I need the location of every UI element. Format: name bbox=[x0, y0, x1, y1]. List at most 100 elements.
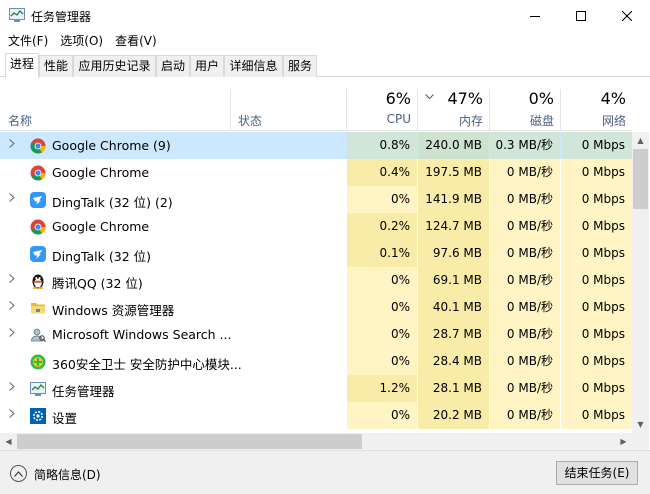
chrome-icon bbox=[30, 219, 46, 235]
network-value: 0 Mbps bbox=[561, 348, 632, 375]
task-manager-icon bbox=[30, 382, 46, 396]
process-name: Google Chrome bbox=[52, 165, 150, 180]
table-row[interactable]: 任务管理器 1.2% 28.1 MB 0 MB/秒 0 Mbps bbox=[0, 375, 632, 402]
table-row[interactable]: Microsoft Windows Search ... 0% 28.7 MB … bbox=[0, 321, 632, 348]
menu-options[interactable]: 选项(O) bbox=[56, 31, 107, 51]
chevron-right-icon[interactable] bbox=[9, 193, 15, 205]
footer-bar: 简略信息(D) 结束任务(E) bbox=[0, 450, 650, 494]
cpu-value: 0.1% bbox=[347, 240, 417, 267]
network-value: 0 Mbps bbox=[561, 159, 632, 186]
memory-value: 197.5 MB bbox=[418, 159, 489, 186]
chevron-right-icon[interactable] bbox=[9, 301, 15, 313]
horizontal-scrollbar[interactable]: ◀ ▶ bbox=[0, 433, 632, 450]
cpu-value: 1.2% bbox=[347, 375, 417, 402]
chevron-right-icon[interactable] bbox=[9, 328, 15, 340]
table-row[interactable]: Windows 资源管理器 0% 40.1 MB 0 MB/秒 0 Mbps bbox=[0, 294, 632, 321]
360-shield-icon bbox=[30, 354, 46, 370]
column-network[interactable]: 4% 网络 bbox=[561, 85, 632, 131]
title-bar: 任务管理器 bbox=[0, 0, 650, 31]
column-network-label: 网络 bbox=[601, 114, 626, 128]
table-row[interactable]: Google Chrome 0.2% 124.7 MB 0 MB/秒 0 Mbp… bbox=[0, 213, 632, 240]
cpu-value: 0.4% bbox=[347, 159, 417, 186]
menu-file[interactable]: 文件(F) bbox=[4, 31, 52, 51]
process-name: Google Chrome bbox=[52, 219, 150, 234]
cpu-value: 0% bbox=[347, 294, 417, 321]
disk-value: 0 MB/秒 bbox=[490, 186, 560, 213]
network-value: 0 Mbps bbox=[561, 213, 632, 240]
vertical-scrollbar[interactable]: ▲ ▼ bbox=[632, 132, 649, 433]
table-row[interactable]: 360安全卫士 安全防护中心模块... 0% 28.4 MB 0 MB/秒 0 … bbox=[0, 348, 632, 375]
column-name[interactable]: 名称 bbox=[0, 85, 230, 131]
chevron-right-icon[interactable] bbox=[9, 382, 15, 394]
search-user-icon bbox=[31, 328, 46, 342]
memory-value: 28.7 MB bbox=[418, 321, 489, 348]
column-disk[interactable]: 0% 磁盘 bbox=[490, 85, 560, 131]
disk-value: 0 MB/秒 bbox=[490, 213, 560, 240]
memory-value: 40.1 MB bbox=[418, 294, 489, 321]
table-row[interactable]: DingTalk (32 位) 0.1% 97.6 MB 0 MB/秒 0 Mb… bbox=[0, 240, 632, 267]
minimize-button[interactable] bbox=[512, 0, 558, 31]
tab-startup[interactable]: 启动 bbox=[156, 55, 190, 77]
scrollbar-corner bbox=[632, 433, 649, 450]
table-row[interactable]: DingTalk (32 位) (2) 0% 141.9 MB 0 MB/秒 0… bbox=[0, 186, 632, 213]
column-status[interactable]: 状态 bbox=[230, 85, 346, 131]
table-row[interactable]: 设置 0% 20.2 MB 0 MB/秒 0 Mbps bbox=[0, 402, 632, 429]
chrome-icon bbox=[30, 165, 46, 181]
process-name: 设置 bbox=[52, 411, 78, 426]
disk-value: 0 MB/秒 bbox=[490, 267, 560, 294]
chevron-right-icon[interactable] bbox=[9, 409, 15, 421]
scroll-left-icon[interactable]: ◀ bbox=[0, 433, 17, 450]
table-row[interactable]: Google Chrome (9) 0.8% 240.0 MB 0.3 MB/秒… bbox=[0, 132, 632, 159]
column-cpu[interactable]: 6% CPU bbox=[347, 85, 417, 131]
tab-performance[interactable]: 性能 bbox=[39, 55, 73, 77]
memory-value: 124.7 MB bbox=[418, 213, 489, 240]
cpu-total: 6% bbox=[385, 89, 411, 108]
scroll-right-icon[interactable]: ▶ bbox=[615, 433, 632, 450]
window-title: 任务管理器 bbox=[31, 10, 92, 24]
disk-total: 0% bbox=[528, 89, 554, 108]
table-row[interactable]: Google Chrome 0.4% 197.5 MB 0 MB/秒 0 Mbp… bbox=[0, 159, 632, 186]
network-value: 0 Mbps bbox=[561, 402, 632, 429]
column-name-label: 名称 bbox=[8, 114, 33, 128]
task-manager-icon bbox=[9, 8, 25, 22]
cpu-value: 0% bbox=[347, 186, 417, 213]
horizontal-scroll-thumb[interactable] bbox=[17, 434, 362, 449]
disk-value: 0.3 MB/秒 bbox=[490, 132, 560, 159]
table-row[interactable]: 腾讯QQ (32 位) 0% 69.1 MB 0 MB/秒 0 Mbps bbox=[0, 267, 632, 294]
cpu-value: 0% bbox=[347, 348, 417, 375]
vertical-scroll-thumb[interactable] bbox=[633, 149, 648, 209]
menu-view[interactable]: 查看(V) bbox=[111, 31, 161, 51]
disk-value: 0 MB/秒 bbox=[490, 348, 560, 375]
process-name: Windows 资源管理器 bbox=[52, 303, 175, 318]
network-value: 0 Mbps bbox=[561, 321, 632, 348]
fewer-details-link[interactable]: 简略信息(D) bbox=[34, 466, 101, 483]
process-name: 腾讯QQ (32 位) bbox=[52, 276, 143, 291]
column-memory[interactable]: 47% 内存 bbox=[418, 85, 489, 131]
end-task-button[interactable]: 结束任务(E) bbox=[556, 461, 638, 485]
scroll-up-icon[interactable]: ▲ bbox=[632, 132, 649, 149]
process-name: DingTalk (32 位) bbox=[52, 249, 151, 264]
scroll-down-icon[interactable]: ▼ bbox=[632, 416, 649, 433]
network-value: 0 Mbps bbox=[561, 186, 632, 213]
close-button[interactable] bbox=[604, 0, 650, 31]
disk-value: 0 MB/秒 bbox=[490, 321, 560, 348]
tab-processes[interactable]: 进程 bbox=[5, 53, 39, 78]
network-value: 0 Mbps bbox=[561, 240, 632, 267]
tab-services[interactable]: 服务 bbox=[283, 55, 317, 77]
network-value: 0 Mbps bbox=[561, 267, 632, 294]
maximize-button[interactable] bbox=[558, 0, 604, 31]
chevron-right-icon[interactable] bbox=[9, 274, 15, 286]
process-name: 360安全卫士 安全防护中心模块... bbox=[52, 357, 242, 372]
chevron-up-circle-icon[interactable] bbox=[10, 465, 27, 482]
sort-descending-icon bbox=[425, 93, 434, 103]
tab-users[interactable]: 用户 bbox=[190, 55, 224, 77]
folder-icon bbox=[31, 303, 45, 314]
process-name: Microsoft Windows Search ... bbox=[52, 327, 232, 342]
tab-app-history[interactable]: 应用历史记录 bbox=[73, 55, 156, 77]
memory-total: 47% bbox=[447, 89, 483, 108]
tab-details[interactable]: 详细信息 bbox=[224, 55, 283, 77]
chevron-right-icon[interactable] bbox=[9, 139, 15, 151]
memory-value: 240.0 MB bbox=[418, 132, 489, 159]
chrome-icon bbox=[30, 138, 46, 154]
cpu-value: 0% bbox=[347, 321, 417, 348]
